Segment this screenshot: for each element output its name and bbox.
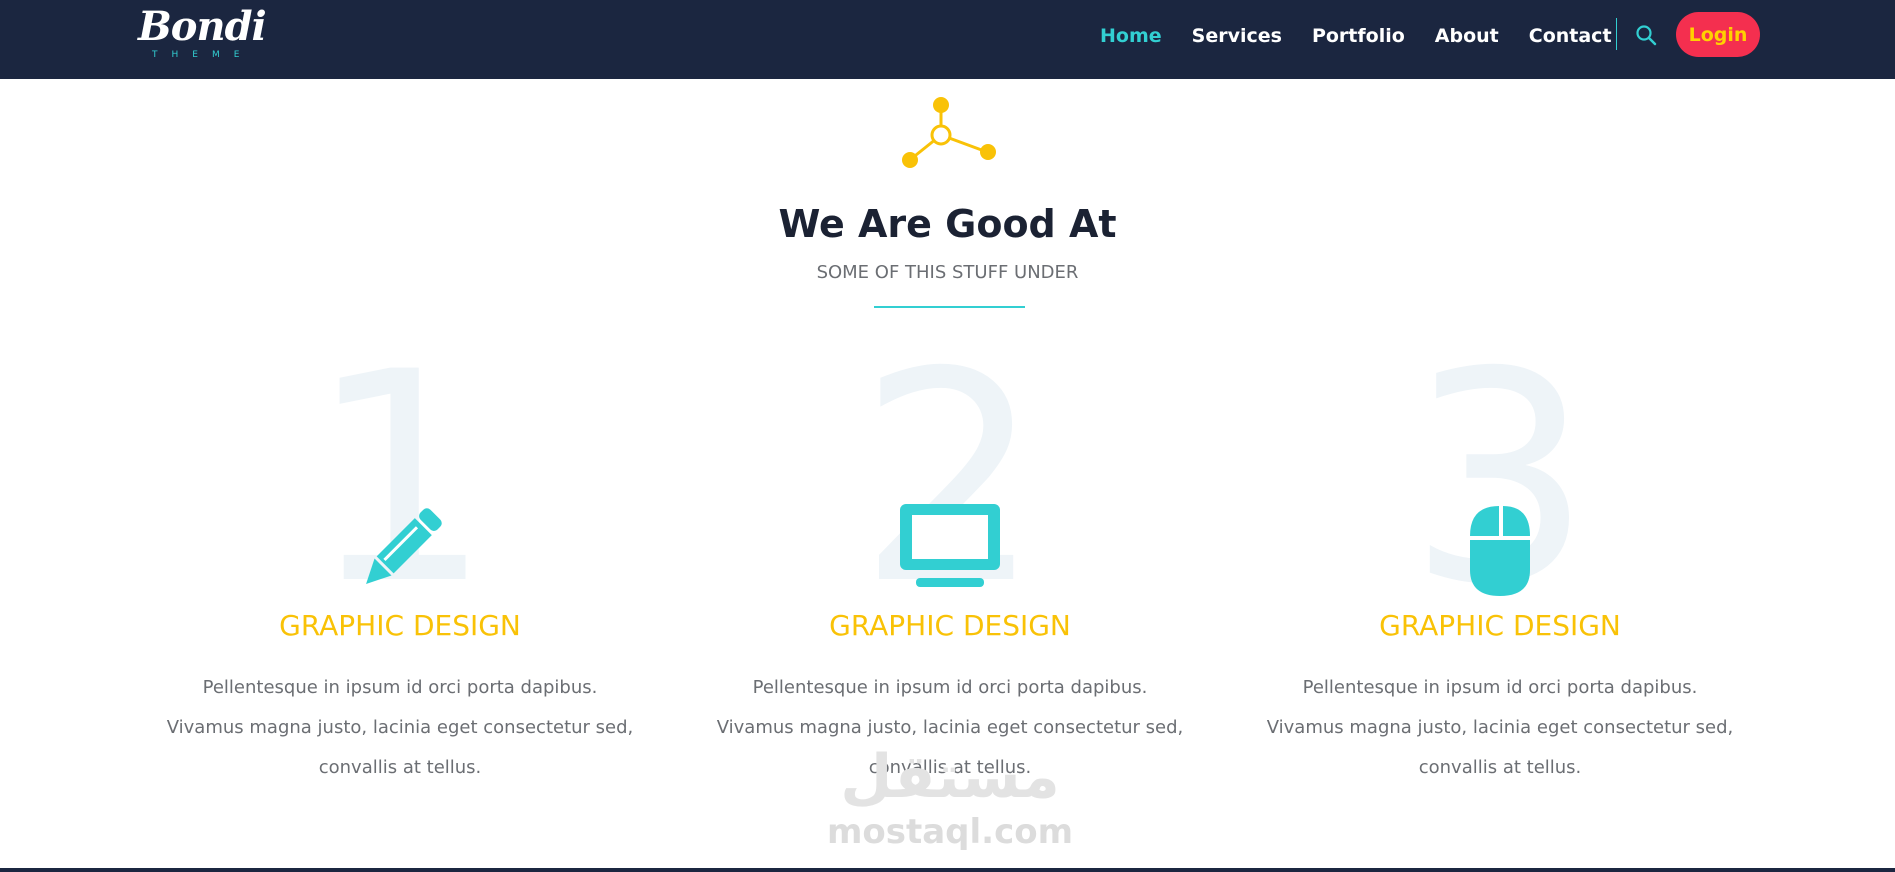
feature-card-1: 1 GRAPHIC DESIGN Pellentesque in ipsum i… xyxy=(150,335,650,790)
section-divider xyxy=(874,306,1025,308)
nav-link-services[interactable]: Services xyxy=(1192,25,1282,47)
nav-menu: Home Services Portfolio About Contact xyxy=(1100,0,1642,72)
footer-edge xyxy=(0,868,1895,872)
logo-text: Bondi xyxy=(138,3,267,50)
feature-card-3: 3 GRAPHIC DESIGN Pellentesque in ipsum i… xyxy=(1250,335,1750,790)
logo-subtitle: THEME xyxy=(152,50,254,60)
section-subtitle: SOME OF THIS STUFF UNDER xyxy=(816,262,1079,283)
nav-divider xyxy=(1616,18,1617,50)
search-icon[interactable] xyxy=(1635,24,1657,46)
nav-link-contact[interactable]: Contact xyxy=(1529,25,1612,47)
watermark: مستقل mostaql.com xyxy=(820,742,1080,862)
feature-description: Pellentesque in ipsum id orci porta dapi… xyxy=(1266,677,1734,778)
nav-link-portfolio[interactable]: Portfolio xyxy=(1312,25,1405,47)
watermark-latin: mostaql.com xyxy=(826,812,1074,852)
monitor-icon xyxy=(900,500,1000,600)
watermark-arabic: مستقل xyxy=(840,742,1060,812)
logo[interactable]: Bondi THEME xyxy=(138,4,267,66)
nav-link-about[interactable]: About xyxy=(1435,25,1499,47)
navbar: Bondi THEME Home Services Portfolio Abou… xyxy=(0,0,1895,79)
feature-title: GRAPHIC DESIGN xyxy=(279,609,521,642)
pencil-icon xyxy=(350,500,450,600)
nav-link-home[interactable]: Home xyxy=(1100,25,1162,47)
section-title: We Are Good At xyxy=(778,202,1117,246)
network-nodes-icon xyxy=(897,94,1001,170)
feature-description: Pellentesque in ipsum id orci porta dapi… xyxy=(166,677,634,778)
feature-title: GRAPHIC DESIGN xyxy=(829,609,1071,642)
feature-title: GRAPHIC DESIGN xyxy=(1379,609,1621,642)
feature-card-2: 2 GRAPHIC DESIGN Pellentesque in ipsum i… xyxy=(700,335,1200,790)
mouse-icon xyxy=(1450,500,1550,600)
login-button[interactable]: Login xyxy=(1676,12,1760,57)
